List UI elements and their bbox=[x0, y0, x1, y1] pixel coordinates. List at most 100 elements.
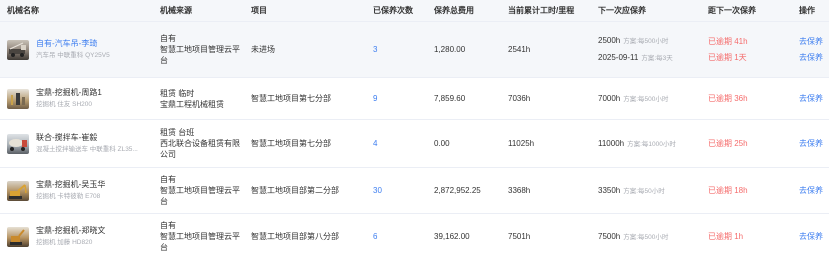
table-row[interactable]: 宝鼎-挖掘机-周路1 挖掘机 住友 SH200 租赁 临时 宝鼎工程机械租赁 智… bbox=[0, 78, 829, 120]
table-row[interactable]: 自有-汽车吊-李琦 汽车吊 中联重科 QY25V5 自有 智慧工地项目管理云平 … bbox=[0, 22, 829, 78]
source-line: 租赁 台班 bbox=[160, 128, 195, 137]
next-value: 3350h bbox=[598, 185, 621, 195]
source-line: 台 bbox=[160, 243, 168, 252]
maintenance-table: 机械名称 机械来源 项目 已保养次数 保养总费用 当前累计工时/里程 下一次应保… bbox=[0, 0, 829, 259]
machine-model: 挖掘机 加藤 HD820 bbox=[36, 239, 93, 246]
source-line: 租赁 临时 bbox=[160, 88, 195, 98]
ops-cell: 去保养 bbox=[799, 214, 829, 259]
current-hours: 3368h bbox=[508, 186, 531, 195]
machine-name-cell: 自有-汽车吊-李琦 汽车吊 中联重科 QY25V5 bbox=[7, 22, 157, 77]
project-cell: 智慧工地项目第七分部 bbox=[251, 139, 331, 148]
table-header: 机械名称 机械来源 项目 已保养次数 保养总费用 当前累计工时/里程 下一次应保… bbox=[0, 0, 829, 22]
source-line: 自有 bbox=[160, 34, 176, 43]
next-maintenance-cell: 11000h 方案:每1000小时 bbox=[598, 120, 706, 167]
machine-name-link[interactable]: 宝鼎-挖掘机-周路1 bbox=[36, 87, 102, 98]
col-header-hours: 当前累计工时/里程 bbox=[508, 6, 575, 15]
col-header-count: 已保养次数 bbox=[373, 6, 413, 15]
machine-thumbnail bbox=[7, 88, 29, 109]
source-line: 智慧工地项目管理云平 bbox=[160, 45, 240, 54]
source-line: 自有 bbox=[160, 221, 176, 230]
machine-thumbnail bbox=[7, 133, 29, 154]
source-line: 台 bbox=[160, 197, 168, 206]
source-cell: 自有 智慧工地项目管理云平 台 bbox=[160, 214, 248, 259]
col-header-next: 下一次应保养 bbox=[598, 6, 646, 15]
total-cost: 7,859.60 bbox=[434, 94, 466, 103]
current-hours: 7036h bbox=[508, 94, 531, 103]
overdue-status: 已逾期 36h bbox=[708, 94, 748, 103]
maintenance-count-link[interactable]: 30 bbox=[373, 185, 429, 196]
source-cell: 自有 智慧工地项目管理云平 台 bbox=[160, 168, 248, 213]
distance-cell: 已逾期 41h 已逾期 1天 bbox=[708, 22, 796, 77]
next-value: 7000h bbox=[598, 93, 621, 103]
machine-thumbnail bbox=[7, 226, 29, 247]
current-hours: 11025h bbox=[508, 139, 535, 148]
overdue-status: 已逾期 25h bbox=[708, 139, 748, 148]
ops-cell: 去保养 bbox=[799, 120, 829, 167]
next-maintenance-cell: 2500h 方案:每500小时 2025-09-11 方案:每3天 bbox=[598, 22, 706, 77]
machine-thumbnail bbox=[7, 180, 29, 201]
distance-cell: 已逾期 18h bbox=[708, 168, 796, 213]
plan-text: 方案:每50小时 bbox=[623, 187, 665, 195]
overdue-status: 已逾期 41h bbox=[708, 37, 748, 46]
source-cell: 租赁 台班 西北联合设备租赁有限 公司 bbox=[160, 120, 248, 167]
machine-name-cell: 宝鼎-挖掘机-周路1 挖掘机 住友 SH200 bbox=[7, 78, 157, 119]
project-cell: 智慧工地项目第七分部 bbox=[251, 94, 331, 103]
maintenance-count-link[interactable]: 3 bbox=[373, 44, 429, 55]
source-line: 公司 bbox=[160, 150, 176, 159]
distance-cell: 已逾期 25h bbox=[708, 120, 796, 167]
col-header-source: 机械来源 bbox=[160, 6, 192, 15]
overdue-status: 已逾期 18h bbox=[708, 186, 748, 195]
machine-thumbnail bbox=[7, 39, 29, 60]
machine-model: 混凝土搅拌输送车 中联重科 ZL35... bbox=[36, 146, 138, 153]
machine-name-link[interactable]: 自有-汽车吊-李琦 bbox=[36, 38, 110, 49]
go-maintain-button[interactable]: 去保养 bbox=[799, 231, 829, 242]
go-maintain-button[interactable]: 去保养 bbox=[799, 36, 829, 47]
machine-model: 汽车吊 中联重科 QY25V5 bbox=[36, 52, 110, 59]
col-header-distance: 距下一次保养 bbox=[708, 6, 756, 15]
machine-model: 挖掘机 卡特彼勒 E708 bbox=[36, 193, 101, 200]
project-cell: 未进场 bbox=[251, 45, 275, 54]
source-cell: 租赁 临时 宝鼎工程机械租赁 bbox=[160, 78, 248, 119]
source-line: 自有 bbox=[160, 175, 176, 184]
col-header-project: 项目 bbox=[251, 6, 267, 15]
table-row[interactable]: 联合-搅拌车-崔毅 混凝土搅拌输送车 中联重科 ZL35... 租赁 台班 西北… bbox=[0, 120, 829, 168]
distance-cell: 已逾期 1h bbox=[708, 214, 796, 259]
project-cell: 智慧工地项目部第八分部 bbox=[251, 232, 339, 241]
next-value: 2025-09-11 bbox=[598, 53, 639, 62]
machine-name-link[interactable]: 宝鼎-挖掘机-郑晓文 bbox=[36, 225, 105, 236]
plan-text: 方案:每1000小时 bbox=[627, 140, 676, 148]
col-header-cost: 保养总费用 bbox=[434, 6, 474, 15]
current-hours: 2541h bbox=[508, 45, 531, 54]
maintenance-count-link[interactable]: 4 bbox=[373, 138, 429, 149]
go-maintain-button[interactable]: 去保养 bbox=[799, 93, 829, 104]
next-value: 2500h bbox=[598, 36, 621, 45]
next-maintenance-cell: 7500h 方案:每500小时 bbox=[598, 214, 706, 259]
machine-name-link[interactable]: 宝鼎-挖掘机-吴玉华 bbox=[36, 179, 105, 190]
overdue-status: 已逾期 1天 bbox=[708, 53, 747, 62]
go-maintain-button[interactable]: 去保养 bbox=[799, 185, 829, 196]
col-header-name: 机械名称 bbox=[7, 6, 39, 15]
maintenance-count-link[interactable]: 9 bbox=[373, 93, 429, 104]
source-line: 智慧工地项目管理云平 bbox=[160, 186, 240, 195]
source-cell: 自有 智慧工地项目管理云平 台 bbox=[160, 22, 248, 77]
next-maintenance-cell: 7000h 方案:每500小时 bbox=[598, 78, 706, 119]
ops-cell: 去保养 bbox=[799, 168, 829, 213]
machine-name-cell: 联合-搅拌车-崔毅 混凝土搅拌输送车 中联重科 ZL35... bbox=[7, 120, 157, 167]
plan-text: 方案:每3天 bbox=[641, 55, 673, 62]
distance-cell: 已逾期 36h bbox=[708, 78, 796, 119]
next-value: 7500h bbox=[598, 231, 621, 241]
table-row[interactable]: 宝鼎-挖掘机-郑晓文 挖掘机 加藤 HD820 自有 智慧工地项目管理云平 台 … bbox=[0, 214, 829, 259]
total-cost: 1,280.00 bbox=[434, 45, 466, 54]
maintenance-count-link[interactable]: 6 bbox=[373, 231, 429, 242]
machine-name-cell: 宝鼎-挖掘机-郑晓文 挖掘机 加藤 HD820 bbox=[7, 214, 157, 259]
plan-text: 方案:每500小时 bbox=[623, 95, 669, 103]
table-row[interactable]: 宝鼎-挖掘机-吴玉华 挖掘机 卡特彼勒 E708 自有 智慧工地项目管理云平 台… bbox=[0, 168, 829, 214]
machine-name-link[interactable]: 联合-搅拌车-崔毅 bbox=[36, 132, 138, 143]
go-maintain-button[interactable]: 去保养 bbox=[799, 52, 829, 63]
go-maintain-button[interactable]: 去保养 bbox=[799, 138, 829, 149]
next-maintenance-cell: 3350h 方案:每50小时 bbox=[598, 168, 706, 213]
source-line: 西北联合设备租赁有限 bbox=[160, 139, 240, 148]
project-cell: 智慧工地项目部第二分部 bbox=[251, 186, 339, 195]
machine-name-cell: 宝鼎-挖掘机-吴玉华 挖掘机 卡特彼勒 E708 bbox=[7, 168, 157, 213]
source-line: 智慧工地项目管理云平 bbox=[160, 232, 240, 241]
